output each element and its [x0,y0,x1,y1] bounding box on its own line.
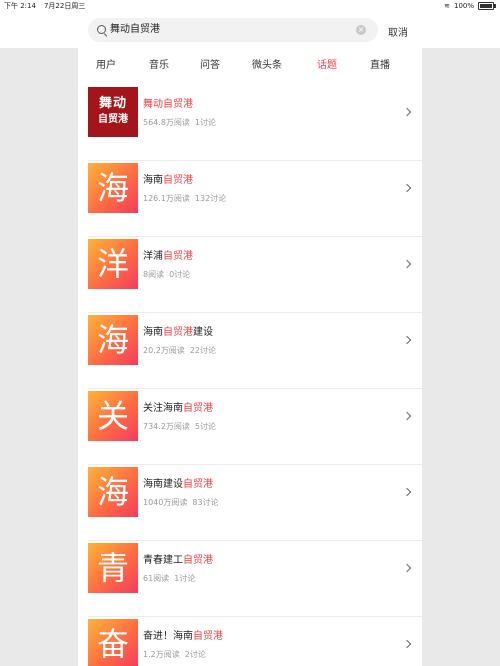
topic-title: 海南建设自贸港 [143,479,213,490]
status-date: 7月22日周三 [43,2,86,10]
tab-qa[interactable]: 问答 [200,56,220,71]
topic-meta: 1040万阅读 83讨论 [143,498,219,507]
list-item[interactable]: 奋 奋进！海南自贸港 1.2万阅读 2讨论 [88,617,422,666]
chevron-right-icon [402,259,412,269]
status-time: 下午 2:14 [4,2,36,10]
topic-thumbnail: 海 [88,315,138,365]
tab-topics[interactable]: 话题 [317,56,337,71]
topic-title: 海南自贸港建设 [143,327,213,338]
chevron-right-icon [402,411,412,421]
topic-thumbnail: 奋 [88,619,138,666]
topic-title: 奋进！海南自贸港 [143,631,223,642]
topic-meta: 20.2万阅读 22讨论 [143,346,216,355]
tab-users[interactable]: 用户 [96,56,116,71]
topic-result-list: 舞动 自贸港 舞动自贸港 564.8万阅读 1讨论 海 海南自贸港 126.1万阅… [78,85,422,666]
search-box[interactable]: × [88,18,378,42]
chevron-right-icon [402,639,412,649]
topic-thumbnail: 青 [88,543,138,593]
topic-meta: 126.1万阅读 132讨论 [143,194,227,203]
topic-meta: 734.2万阅读 5讨论 [143,422,216,431]
topic-thumbnail: 海 [88,467,138,517]
topic-meta: 564.8万阅读 1讨论 [143,118,216,127]
search-results-panel: 用户 音乐 问答 微头条 话题 直播 舞动 自贸港 舞动自贸港 564.8万阅读… [78,48,422,666]
battery-percent: 100% [453,2,474,10]
topic-meta: 1.2万阅读 2讨论 [143,650,206,659]
chevron-right-icon [402,563,412,573]
list-item[interactable]: 海 海南建设自贸港 1040万阅读 83讨论 [88,465,422,541]
clear-icon[interactable]: × [356,25,366,35]
cancel-button[interactable]: 取消 [388,24,408,39]
chevron-right-icon [402,487,412,497]
tab-music[interactable]: 音乐 [149,56,169,71]
list-item[interactable]: 青 青春建工自贸港 61阅读 1讨论 [88,541,422,617]
list-item[interactable]: 关 关注海南自贸港 734.2万阅读 5讨论 [88,389,422,465]
topic-thumbnail: 舞动 自贸港 [88,87,138,137]
topic-title: 青春建工自贸港 [143,555,213,566]
chevron-right-icon [402,335,412,345]
topic-title: 舞动自贸港 [143,99,193,110]
topic-title: 海南自贸港 [143,175,193,186]
list-item[interactable]: 洋 洋浦自贸港 8阅读 0讨论 [88,237,422,313]
status-bar: 下午 2:14 7月22日周三 ≋ 100% [0,0,500,12]
search-icon [97,25,106,34]
list-item[interactable]: 海 海南自贸港建设 20.2万阅读 22讨论 [88,313,422,389]
topic-title: 关注海南自贸港 [143,403,213,414]
chevron-right-icon [402,107,412,117]
topic-title: 洋浦自贸港 [143,251,193,262]
wifi-icon: ≋ [444,2,450,10]
chevron-right-icon [402,183,412,193]
tab-live[interactable]: 直播 [370,56,390,71]
tab-bar: 用户 音乐 问答 微头条 话题 直播 [78,48,422,78]
topic-meta: 61阅读 1讨论 [143,574,196,583]
search-input[interactable] [110,18,350,42]
battery-icon [478,2,496,10]
list-item[interactable]: 海 海南自贸港 126.1万阅读 132讨论 [88,161,422,237]
tab-microposts[interactable]: 微头条 [252,56,282,71]
topic-meta: 8阅读 0讨论 [143,270,191,279]
topic-thumbnail: 洋 [88,239,138,289]
search-header: × 取消 [0,12,500,48]
list-item[interactable]: 舞动 自贸港 舞动自贸港 564.8万阅读 1讨论 [88,85,422,161]
topic-thumbnail: 关 [88,391,138,441]
topic-thumbnail: 海 [88,163,138,213]
